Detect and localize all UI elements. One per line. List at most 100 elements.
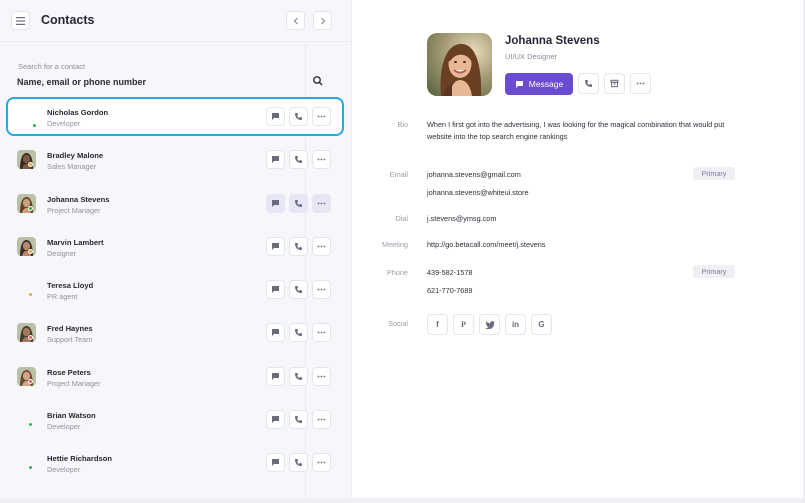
call-button[interactable]	[289, 280, 308, 299]
call-button[interactable]	[289, 150, 308, 170]
avatar	[17, 280, 36, 299]
status-dot	[28, 205, 33, 211]
dial-value[interactable]: j.stevens@ymsg.com	[427, 214, 496, 223]
phone-icon	[585, 80, 592, 87]
profile-photo	[427, 33, 492, 96]
linkedin-button[interactable]: in	[505, 314, 526, 335]
phone-secondary[interactable]: 621-770-7689	[427, 286, 472, 295]
message-button[interactable]	[266, 323, 285, 343]
phone-label: Phone	[386, 268, 408, 277]
more-dots-icon	[636, 82, 645, 85]
call-button[interactable]	[289, 366, 308, 386]
avatar	[17, 193, 36, 213]
status-dot	[28, 292, 33, 297]
contact-name: Marvin Lambert	[47, 237, 104, 247]
chevron-left-icon	[293, 17, 298, 24]
page-title: Contacts	[41, 13, 95, 27]
meeting-link[interactable]: http://go.betacall.com/meet/j.stevens	[427, 240, 545, 249]
call-button[interactable]	[289, 236, 308, 256]
chat-icon	[272, 113, 279, 120]
message-button[interactable]	[266, 453, 285, 472]
call-button[interactable]	[289, 107, 308, 126]
more-button[interactable]	[312, 366, 331, 386]
contact-row[interactable]: Marvin Lambert Designer	[6, 227, 344, 266]
contact-role: Support Team	[47, 335, 93, 345]
chat-icon	[272, 242, 279, 250]
message-button[interactable]	[266, 107, 285, 126]
more-button[interactable]	[312, 280, 331, 299]
bottom-edge	[0, 498, 805, 503]
message-button[interactable]	[266, 366, 285, 386]
more-button[interactable]	[312, 107, 331, 126]
more-button[interactable]	[312, 323, 331, 343]
facebook-button[interactable]: f	[427, 314, 448, 335]
call-button[interactable]	[289, 409, 308, 429]
phone-icon	[295, 242, 302, 250]
archive-icon	[610, 79, 619, 88]
chevron-right-icon	[320, 17, 325, 24]
email-primary[interactable]: johanna.stevens@gmail.com	[427, 170, 521, 179]
status-dot	[32, 123, 37, 128]
avatar	[17, 236, 36, 256]
more-button[interactable]	[630, 73, 651, 94]
call-button[interactable]	[289, 193, 308, 213]
contact-name: Nicholas Gordon	[47, 108, 109, 117]
message-button[interactable]	[266, 193, 285, 213]
more-dots-icon	[317, 245, 326, 248]
contact-row[interactable]: Johanna Stevens Project Manager	[6, 184, 344, 223]
message-button[interactable]	[266, 150, 285, 170]
contact-row[interactable]: Brian Watson Developer	[6, 400, 344, 439]
contact-row[interactable]: Fred Haynes Support Team	[6, 313, 344, 352]
contact-name: Johanna Stevens	[47, 194, 110, 204]
message-button[interactable]: Message	[505, 73, 573, 95]
google-button[interactable]: G	[531, 314, 552, 335]
more-button[interactable]	[312, 193, 331, 213]
contact-name: Bradley Malone	[47, 151, 104, 161]
search-input[interactable]	[17, 75, 287, 89]
contact-role: Developer	[47, 421, 81, 431]
contact-role: Designer	[47, 248, 77, 258]
pinterest-button[interactable]: P	[453, 314, 474, 335]
next-button[interactable]	[313, 11, 332, 30]
contact-name: Fred Haynes	[47, 324, 93, 334]
contacts-pane: Contacts Search for a contact Nicholas G…	[0, 0, 352, 503]
google-icon: G	[538, 320, 545, 329]
message-button[interactable]	[266, 280, 285, 299]
call-button[interactable]	[289, 323, 308, 343]
chat-icon	[272, 372, 279, 380]
contact-role: Developer	[47, 465, 81, 474]
contact-row[interactable]: Hettie Richardson Developer	[6, 443, 344, 482]
contact-row[interactable]: Bradley Malone Sales Manager	[6, 140, 344, 179]
status-dot	[28, 378, 33, 384]
call-button[interactable]	[289, 453, 308, 472]
more-dots-icon	[317, 158, 326, 161]
message-button[interactable]	[266, 236, 285, 256]
search-icon[interactable]	[312, 75, 324, 87]
twitter-button[interactable]	[479, 314, 500, 335]
contact-row[interactable]: Nicholas Gordon Developer	[6, 97, 344, 136]
phone-icon	[295, 156, 302, 164]
more-button[interactable]	[312, 236, 331, 256]
call-button[interactable]	[578, 73, 599, 94]
prev-button[interactable]	[286, 11, 305, 30]
avatar	[17, 323, 36, 343]
contact-row[interactable]: Teresa Lloyd PR agent	[6, 270, 344, 309]
contact-role: Project Manager	[47, 205, 101, 215]
profile-title: UI/UX Designer	[505, 52, 558, 61]
contact-row[interactable]: Rose Peters Project Manager	[6, 357, 344, 396]
message-button[interactable]	[266, 409, 285, 429]
contact-list: Nicholas Gordon Developer Bradley Malone Sa…	[6, 97, 344, 486]
chat-icon	[272, 286, 279, 293]
phone-primary[interactable]: 439-582-1578	[427, 268, 472, 277]
more-button[interactable]	[312, 409, 331, 429]
chat-icon	[272, 459, 279, 466]
menu-button[interactable]	[11, 11, 30, 30]
status-dot	[28, 248, 33, 254]
twitter-icon	[484, 320, 495, 329]
email-secondary[interactable]: johanna.stevens@whiteui.store	[427, 188, 529, 197]
more-button[interactable]	[312, 150, 331, 170]
archive-button[interactable]	[604, 73, 625, 94]
more-button[interactable]	[312, 453, 331, 472]
chat-icon	[515, 80, 523, 88]
contact-detail: Johanna Stevens UI/UX Designer Message B…	[353, 0, 805, 503]
